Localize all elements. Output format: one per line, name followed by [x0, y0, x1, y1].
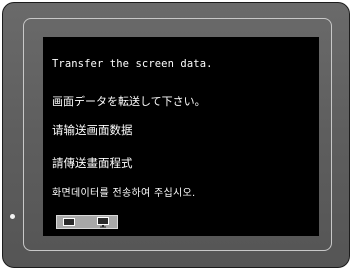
transfer-status-graphic — [56, 215, 118, 229]
message-chinese-simplified: 请输送画面数据 — [52, 123, 133, 137]
power-indicator-led — [10, 214, 15, 219]
message-chinese-traditional: 請傳送畫面程式 — [52, 156, 133, 170]
hmi-device-bezel: Transfer the screen data. 画面データを転送して下さい。… — [2, 2, 350, 268]
message-korean: 화면데이터를 전송하여 주십시오. — [52, 188, 196, 199]
display-screen[interactable]: Transfer the screen data. 画面データを転送して下さい。… — [43, 37, 319, 236]
message-japanese: 画面データを転送して下さい。 — [52, 95, 206, 108]
monitor-icon — [97, 217, 109, 228]
terminal-device-icon — [63, 218, 75, 226]
message-english: Transfer the screen data. — [52, 58, 213, 70]
